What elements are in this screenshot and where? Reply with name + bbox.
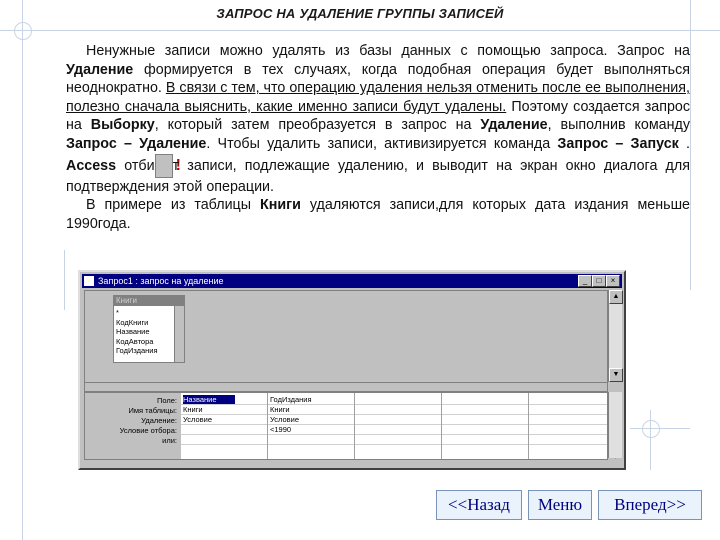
- minimize-button[interactable]: _: [578, 275, 592, 287]
- window-title-bar[interactable]: Запрос1 : запрос на удаление: [82, 274, 622, 288]
- row-label-criteria: Условие отбора:: [119, 426, 177, 435]
- grid-column-empty[interactable]: [529, 393, 616, 459]
- close-button[interactable]: ×: [606, 275, 620, 287]
- text-fragment: В примере из таблицы: [86, 197, 260, 214]
- text-fragment: , выполнив команду: [547, 117, 690, 134]
- pane-splitter[interactable]: [84, 382, 608, 392]
- grid-column[interactable]: Название Книги Условие: [181, 393, 268, 459]
- table-pane: Книги * КодКниги Название КодАвтора ГодИ…: [84, 290, 608, 384]
- table-box-title[interactable]: Книги: [114, 296, 184, 306]
- grid-cell-criteria[interactable]: <1990: [270, 425, 291, 434]
- field-item[interactable]: КодАвтора: [116, 337, 158, 347]
- grid-column-empty[interactable]: [355, 393, 442, 459]
- body-text: Ненужные записи можно удалять из базы да…: [66, 42, 690, 233]
- grid-cell-table[interactable]: Книги: [183, 405, 203, 414]
- window-title: Запрос1 : запрос на удаление: [98, 276, 224, 286]
- exclamation-icon[interactable]: !: [154, 153, 181, 178]
- text-bold: Access: [66, 157, 117, 174]
- query-window: Запрос1 : запрос на удаление _ □ × Книги…: [78, 270, 626, 470]
- maximize-button[interactable]: □: [592, 275, 606, 287]
- page-title: ЗАПРОС НА УДАЛЕНИЕ ГРУППЫ ЗАПИСЕЙ: [216, 6, 504, 21]
- text-bold: Запрос – Запуск: [557, 135, 679, 152]
- back-button[interactable]: <<Назад: [436, 490, 522, 520]
- text-fragment: . Чтобы удалить записи, активизируется к…: [206, 135, 558, 152]
- text-fragment: .: [678, 135, 690, 152]
- scroll-down-icon[interactable]: ▼: [609, 368, 623, 382]
- grid-column[interactable]: ГодИздания Книги Условие <1990: [268, 393, 355, 459]
- field-item[interactable]: КодКниги: [116, 318, 158, 328]
- decor-line-top: [0, 30, 720, 31]
- horizontal-scrollbar[interactable]: [84, 460, 622, 468]
- grid-cell-table[interactable]: Книги: [270, 405, 290, 414]
- row-label-delete: Удаление:: [141, 416, 177, 425]
- text-bold: Удаление: [480, 117, 548, 134]
- window-icon: [84, 276, 94, 286]
- paragraph-2: В примере из таблицы Книги удаляются зап…: [66, 196, 690, 233]
- query-grid: Поле: Имя таблицы: Удаление: Условие отб…: [84, 392, 616, 460]
- text-bold: Удаление: [66, 61, 134, 78]
- row-label-table: Имя таблицы:: [128, 406, 177, 415]
- table-pane-scrollbar[interactable]: ▲ ▼: [608, 290, 623, 382]
- text-bold: Запрос – Удаление: [66, 135, 207, 152]
- row-label-or: или:: [162, 436, 177, 445]
- field-item[interactable]: *: [116, 308, 158, 318]
- field-item[interactable]: ГодИздания: [116, 346, 158, 356]
- decor-line-right2: [650, 410, 651, 470]
- menu-button[interactable]: Меню: [528, 490, 592, 520]
- grid-cell-delete[interactable]: Условие: [183, 415, 212, 424]
- decor-line-left: [22, 0, 23, 540]
- table-box-books[interactable]: Книги * КодКниги Название КодАвтора ГодИ…: [113, 295, 185, 363]
- text-fragment: , который затем преобразуется в запрос н…: [154, 117, 481, 134]
- grid-scrollbar[interactable]: [608, 392, 622, 458]
- decor-line-right3: [630, 428, 690, 429]
- grid-column-empty[interactable]: [442, 393, 529, 459]
- decor-circle-right: [642, 420, 660, 438]
- grid-cell-field[interactable]: Название: [183, 395, 235, 404]
- text-bold: Выборку: [90, 117, 155, 134]
- decor-line-left2: [64, 250, 65, 310]
- decor-circle-left: [14, 22, 32, 40]
- text-bold: Книги: [260, 197, 301, 214]
- scroll-up-icon[interactable]: ▲: [609, 290, 623, 304]
- decor-line-right: [690, 0, 691, 290]
- text-fragment: Ненужные записи можно удалять из базы да…: [86, 43, 690, 59]
- row-label-field: Поле:: [156, 396, 177, 405]
- field-item[interactable]: Название: [116, 327, 158, 337]
- grid-cell-delete[interactable]: Условие: [270, 415, 299, 424]
- paragraph-1: Ненужные записи можно удалять из базы да…: [66, 42, 690, 196]
- field-list: * КодКниги Название КодАвтора ГодИздания: [116, 308, 158, 356]
- grid-row-labels: Поле: Имя таблицы: Удаление: Условие отб…: [85, 393, 181, 459]
- forward-button[interactable]: Вперед>>: [598, 490, 702, 520]
- field-list-scrollbar[interactable]: [174, 306, 184, 362]
- text-fragment: отби: [116, 157, 155, 174]
- grid-cell-field[interactable]: ГодИздания: [270, 395, 312, 404]
